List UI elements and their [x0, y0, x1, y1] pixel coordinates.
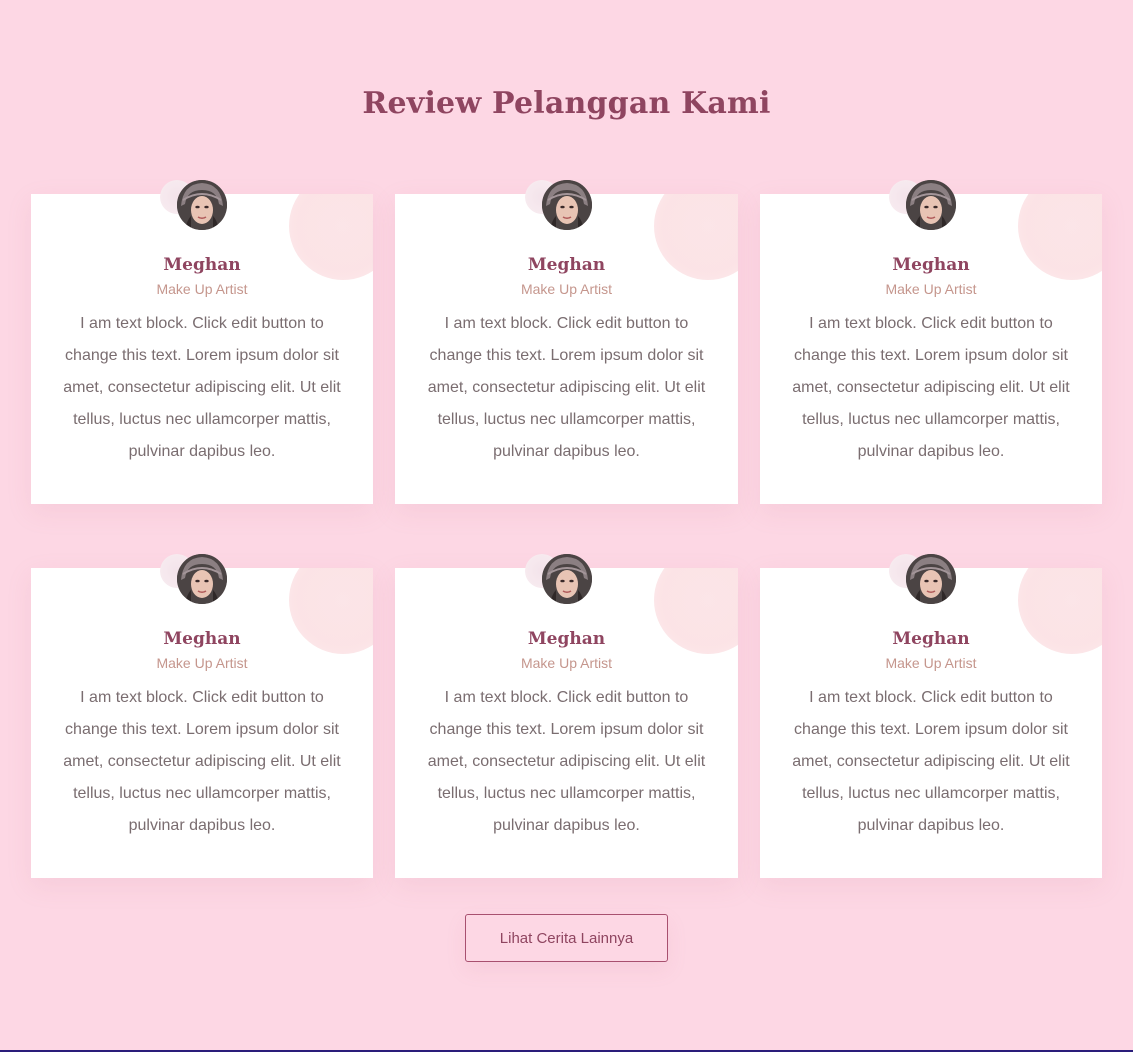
avatar: [541, 554, 592, 604]
card-body: Meghan Make Up Artist I am text block. C…: [31, 244, 373, 468]
reviewer-role: Make Up Artist: [520, 655, 613, 671]
review-text: I am text block. Click edit button to ch…: [792, 689, 1070, 834]
reviewer-name: Meghan: [892, 255, 970, 275]
avatar-portrait-icon: [906, 554, 956, 604]
avatar-portrait-icon: [541, 180, 592, 230]
reviewer-role: Make Up Artist: [885, 655, 977, 671]
review-text: I am text block. Click edit button to ch…: [63, 315, 341, 460]
reviewer-name: Meghan: [527, 255, 606, 275]
card-body: Meghan Make Up Artist I am text block. C…: [395, 618, 738, 842]
avatar: [906, 554, 956, 604]
reviewer-role: Make Up Artist: [156, 655, 248, 671]
reviewer-role: Make Up Artist: [520, 281, 613, 297]
avatar: [906, 180, 956, 230]
testimonial-card: Meghan Make Up Artist I am text block. C…: [31, 180, 373, 504]
section-title: Review Pelanggan Kami: [362, 86, 771, 121]
avatar: [177, 180, 227, 230]
testimonial-card: Meghan Make Up Artist I am text block. C…: [395, 554, 738, 878]
avatar-portrait-icon: [177, 180, 227, 230]
avatar-portrait-icon: [177, 554, 227, 604]
card-body: Meghan Make Up Artist I am text block. C…: [760, 618, 1102, 842]
testimonial-card: Meghan Make Up Artist I am text block. C…: [31, 554, 373, 878]
avatar-portrait-icon: [906, 180, 956, 230]
testimonial-card: Meghan Make Up Artist I am text block. C…: [760, 554, 1102, 878]
card-body: Meghan Make Up Artist I am text block. C…: [760, 244, 1102, 468]
reviewer-name: Meghan: [163, 629, 241, 649]
card-body: Meghan Make Up Artist I am text block. C…: [395, 244, 738, 468]
avatar: [177, 554, 227, 604]
more-stories-button[interactable]: Lihat Cerita Lainnya: [465, 914, 668, 962]
reviewer-role: Make Up Artist: [885, 281, 977, 297]
reviewer-name: Meghan: [892, 629, 970, 649]
review-text: I am text block. Click edit button to ch…: [63, 689, 341, 834]
reviewer-role: Make Up Artist: [156, 281, 248, 297]
testimonial-card: Meghan Make Up Artist I am text block. C…: [395, 180, 738, 504]
avatar: [541, 180, 592, 230]
reviewer-name: Meghan: [163, 255, 241, 275]
reviewer-name: Meghan: [527, 629, 606, 649]
testimonial-card: Meghan Make Up Artist I am text block. C…: [760, 180, 1102, 504]
review-text: I am text block. Click edit button to ch…: [792, 315, 1070, 460]
review-text: I am text block. Click edit button to ch…: [427, 689, 706, 834]
avatar-portrait-icon: [541, 554, 592, 604]
review-text: I am text block. Click edit button to ch…: [427, 315, 706, 460]
card-body: Meghan Make Up Artist I am text block. C…: [31, 618, 373, 842]
testimonials-grid: Meghan Make Up Artist I am text block. C…: [31, 180, 1102, 878]
